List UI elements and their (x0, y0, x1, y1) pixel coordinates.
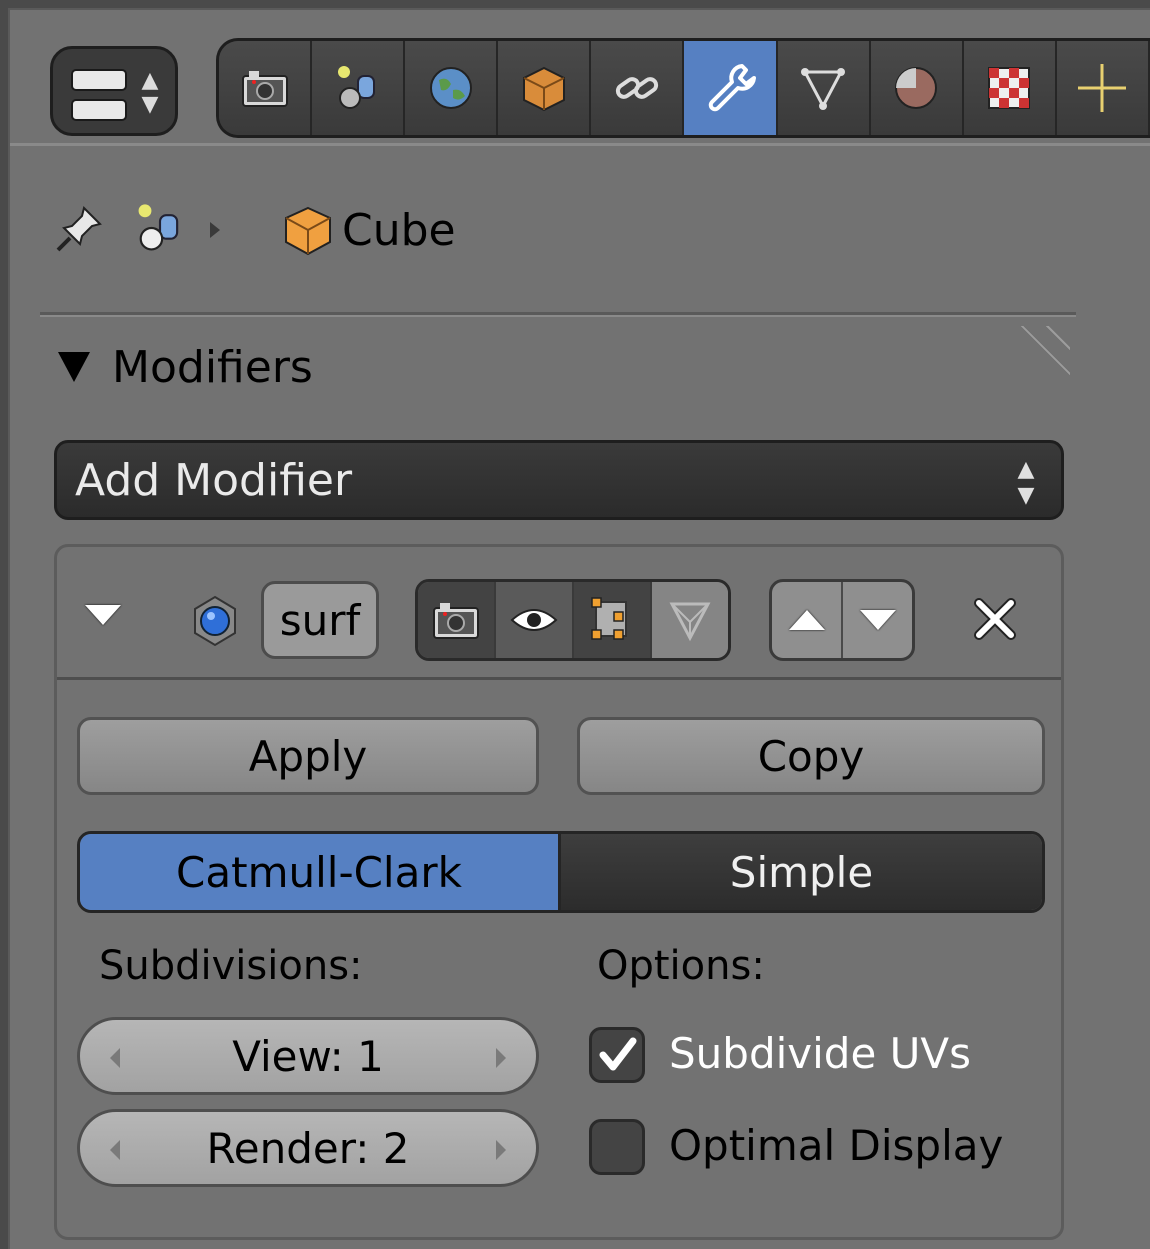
tab-particles[interactable] (1056, 41, 1150, 135)
view-levels-value: View: 1 (232, 1031, 384, 1081)
copy-button[interactable]: Copy (577, 717, 1045, 795)
updown-arrows-icon: ▲ ▼ (141, 68, 159, 117)
editor-type-icon (71, 69, 127, 121)
render-levels-field[interactable]: Render: 2 (77, 1109, 539, 1187)
mesh-cage-icon (669, 602, 711, 642)
editmode-icon (591, 597, 627, 640)
subsurf-modifier-icon (194, 595, 236, 647)
world-icon (429, 67, 472, 109)
subdivision-type-selector: Catmull-Clark Simple (77, 831, 1045, 913)
scene-icon (130, 198, 190, 262)
render-toggle[interactable] (418, 582, 496, 658)
tab-world[interactable] (405, 41, 499, 135)
optimal-display-label[interactable]: Optimal Display (669, 1121, 1003, 1170)
render-levels-value: Render: 2 (206, 1123, 410, 1173)
panel-title: Modifiers (112, 341, 313, 393)
tab-object[interactable] (498, 41, 592, 135)
material-icon (895, 67, 938, 109)
pin-icon[interactable] (50, 198, 110, 262)
arrow-up-icon (788, 610, 825, 630)
apply-button[interactable]: Apply (77, 717, 539, 795)
increment-arrow-icon[interactable] (496, 1140, 506, 1160)
subdivide-uvs-checkbox[interactable] (589, 1027, 645, 1083)
scene-icon (337, 66, 375, 109)
add-modifier-label: Add Modifier (75, 454, 353, 506)
expand-triangle-icon[interactable] (85, 605, 121, 625)
catmull-clark-option[interactable]: Catmull-Clark (80, 834, 561, 910)
tab-mesh-data[interactable] (777, 41, 871, 135)
constraints-icon (615, 77, 659, 99)
collapse-triangle-icon (58, 352, 90, 382)
tab-material[interactable] (870, 41, 964, 135)
context-tabs (216, 38, 1150, 138)
move-down-button[interactable] (843, 582, 912, 658)
object-icon (285, 206, 331, 256)
cage-toggle[interactable] (652, 582, 728, 658)
checkmark-icon (599, 1037, 637, 1071)
particles-icon (1078, 64, 1127, 112)
subdivisions-label: Subdivisions: (99, 943, 363, 989)
object-icon (522, 66, 565, 112)
tab-constraints[interactable] (591, 41, 685, 135)
breadcrumb: Cube (50, 190, 456, 270)
modifier-header: surf (57, 547, 1061, 680)
render-camera-icon (433, 603, 479, 639)
subsurf-modifier-panel: surf Apply Copy Catmull-Clark Simple Sub… (54, 544, 1064, 1240)
eye-icon (510, 609, 558, 631)
modifier-move-buttons (769, 579, 915, 661)
properties-header: ▲ ▼ (10, 10, 1150, 146)
breadcrumb-arrow-icon (210, 222, 220, 238)
tab-texture[interactable] (963, 41, 1057, 135)
editor-type-selector[interactable]: ▲ ▼ (50, 46, 178, 136)
move-up-button[interactable] (772, 582, 843, 658)
viewport-toggle[interactable] (496, 582, 574, 658)
options-label: Options: (597, 943, 765, 989)
subdivide-uvs-label[interactable]: Subdivide UVs (669, 1029, 971, 1078)
simple-option[interactable]: Simple (561, 834, 1042, 910)
increment-arrow-icon[interactable] (496, 1048, 506, 1068)
tab-modifiers[interactable] (684, 41, 778, 135)
divider (40, 312, 1076, 317)
modifier-name-field[interactable]: surf (261, 581, 379, 659)
window-frame: ▲ ▼ Cube Modifiers Add Modifier ▲ ▼ surf… (0, 0, 1150, 1249)
decrement-arrow-icon[interactable] (110, 1140, 120, 1160)
texture-icon (988, 67, 1031, 109)
optimal-display-checkbox[interactable] (589, 1119, 645, 1175)
decrement-arrow-icon[interactable] (110, 1048, 120, 1068)
tab-render[interactable] (219, 41, 313, 135)
modifiers-panel-header[interactable]: Modifiers (58, 332, 313, 402)
view-levels-field[interactable]: View: 1 (77, 1017, 539, 1095)
properties-panel: ▲ ▼ Cube Modifiers Add Modifier ▲ ▼ surf… (8, 8, 1150, 1249)
add-modifier-menu[interactable]: Add Modifier ▲ ▼ (54, 440, 1064, 520)
remove-modifier-button[interactable] (967, 591, 1023, 647)
modifier-visibility-toggles (415, 579, 731, 661)
breadcrumb-object: Cube (280, 202, 456, 258)
modifiers-wrench-icon (708, 64, 757, 112)
updown-arrows-icon: ▲ ▼ (1017, 457, 1035, 508)
editmode-toggle[interactable] (574, 582, 652, 658)
drag-handle-icon[interactable] (1000, 326, 1070, 396)
arrow-down-icon (859, 610, 896, 630)
object-name: Cube (342, 204, 456, 256)
mesh-data-icon (801, 68, 846, 110)
tab-scene[interactable] (312, 41, 406, 135)
close-icon (974, 598, 1016, 640)
render-camera-icon (241, 71, 288, 107)
